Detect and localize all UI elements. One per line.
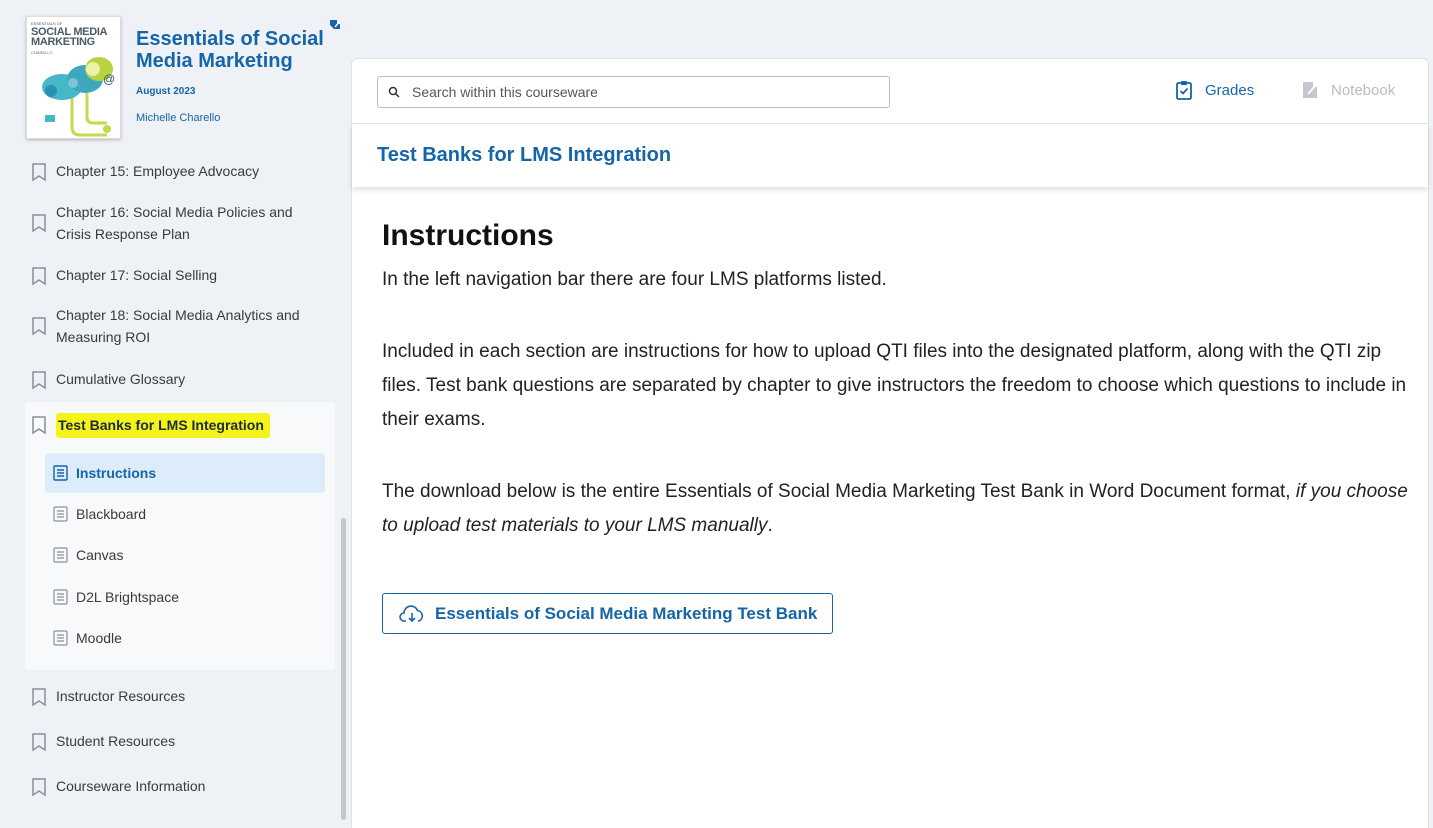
sidebar-item-label: Chapter 17: Social Selling <box>56 267 218 283</box>
book-date: August 2023 <box>136 86 196 97</box>
book-title[interactable]: Essentials of Social Media Marketing <box>136 28 326 72</box>
book-author: Michelle Charello <box>136 112 221 124</box>
bookmark-icon[interactable] <box>30 162 48 182</box>
paragraph-intro: In the left navigation bar there are fou… <box>382 269 887 290</box>
toolbar: Grades Notebook <box>352 59 1428 124</box>
search-icon <box>388 86 400 98</box>
document-icon <box>53 465 68 481</box>
paragraph-details: Included in each section are instruction… <box>382 341 1407 430</box>
download-label: Essentials of Social Media Marketing Tes… <box>435 603 818 623</box>
sidebar-subitem-label: D2L Brightspace <box>76 589 179 605</box>
main-panel: Grades Notebook Test Banks for LMS Integ… <box>351 58 1429 828</box>
section-title: Test Banks for LMS Integration <box>377 144 672 166</box>
grades-label: Grades <box>1205 81 1255 99</box>
section-header: Test Banks for LMS Integration <box>352 124 1428 187</box>
sidebar-subitem-label: Instructions <box>76 465 157 481</box>
sidebar-item-chapter-17[interactable]: Chapter 17: Social Selling <box>30 264 330 286</box>
sidebar-item-glossary[interactable]: Cumulative Glossary <box>30 368 330 390</box>
bookmark-icon[interactable] <box>30 316 48 336</box>
sidebar-item-instructor-resources[interactable]: Instructor Resources <box>30 685 330 707</box>
bookmark-icon[interactable] <box>30 266 48 286</box>
sidebar-item-label: Test Banks for LMS Integration <box>56 413 270 438</box>
sidebar-subitem-moodle[interactable]: Moodle <box>45 618 325 658</box>
sidebar-subitem-blackboard[interactable]: Blackboard <box>45 494 325 534</box>
sidebar-subitem-d2l[interactable]: D2L Brightspace <box>45 577 325 617</box>
sidebar-item-label: Cumulative Glossary <box>56 371 186 387</box>
bookmark-icon[interactable] <box>30 687 48 707</box>
sidebar-item-label: Courseware Information <box>56 778 206 794</box>
sidebar-item-label: Chapter 18: Social Media Analytics and M… <box>56 307 300 345</box>
document-icon <box>53 547 68 563</box>
document-icon <box>53 589 68 605</box>
bookmark-icon[interactable] <box>30 213 48 233</box>
document-icon <box>53 506 68 522</box>
bookmark-icon[interactable] <box>30 370 48 390</box>
notebook-label: Notebook <box>1331 81 1396 99</box>
sidebar-subitem-label: Blackboard <box>76 506 147 522</box>
content-area: Instructions In the left navigation bar … <box>382 219 1412 634</box>
sidebar-subitem-canvas[interactable]: Canvas <box>45 535 325 575</box>
bookmark-icon[interactable] <box>30 732 48 752</box>
sidebar-item-chapter-15[interactable]: Chapter 15: Employee Advocacy <box>30 160 330 182</box>
clipboard-check-icon <box>1176 81 1192 100</box>
sidebar-item-student-resources[interactable]: Student Resources <box>30 730 330 752</box>
sidebar-subitem-label: Canvas <box>76 547 124 563</box>
sidebar-item-label: Student Resources <box>56 733 176 749</box>
page-title: Instructions <box>382 219 554 252</box>
download-test-bank-button[interactable]: Essentials of Social Media Marketing Tes… <box>382 593 834 634</box>
notebook-icon <box>1303 82 1317 98</box>
sidebar-item-chapter-16[interactable]: Chapter 16: Social Media Policies and Cr… <box>30 201 330 245</box>
sidebar-item-test-banks[interactable]: Test Banks for LMS Integration <box>30 413 330 438</box>
bookmark-icon[interactable] <box>30 415 48 435</box>
cover-illustration: @ <box>42 57 115 137</box>
sidebar: ESSENTIALS OF SOCIAL MEDIA MARKETING CHA… <box>0 0 350 828</box>
sidebar-item-courseware-information[interactable]: Courseware Information <box>30 775 330 797</box>
sidebar-subitem-label: Moodle <box>76 630 122 646</box>
document-icon <box>53 630 68 646</box>
sidebar-item-label: Chapter 16: Social Media Policies and Cr… <box>56 204 293 242</box>
sidebar-item-label: Chapter 15: Employee Advocacy <box>56 163 260 179</box>
notebook-button[interactable]: Notebook <box>1301 80 1395 100</box>
paragraph-download-note: The download below is the entire Essenti… <box>382 481 1408 536</box>
search-box[interactable] <box>377 76 890 108</box>
cloud-download-icon <box>399 604 424 622</box>
sidebar-item-chapter-18[interactable]: Chapter 18: Social Media Analytics and M… <box>30 304 330 348</box>
edit-icon[interactable] <box>328 18 342 32</box>
search-input[interactable] <box>412 84 872 100</box>
book-header: ESSENTIALS OF SOCIAL MEDIA MARKETING CHA… <box>26 16 346 141</box>
sidebar-scrollbar[interactable] <box>341 518 346 820</box>
book-cover[interactable]: ESSENTIALS OF SOCIAL MEDIA MARKETING CHA… <box>26 16 121 139</box>
sidebar-group-test-banks: Test Banks for LMS Integration Instructi… <box>25 402 335 670</box>
bookmark-icon[interactable] <box>30 777 48 797</box>
svg-text:@: @ <box>103 72 115 86</box>
sidebar-subitem-instructions[interactable]: Instructions <box>45 453 325 493</box>
grades-button[interactable]: Grades <box>1175 80 1254 100</box>
sidebar-item-label: Instructor Resources <box>56 688 186 704</box>
